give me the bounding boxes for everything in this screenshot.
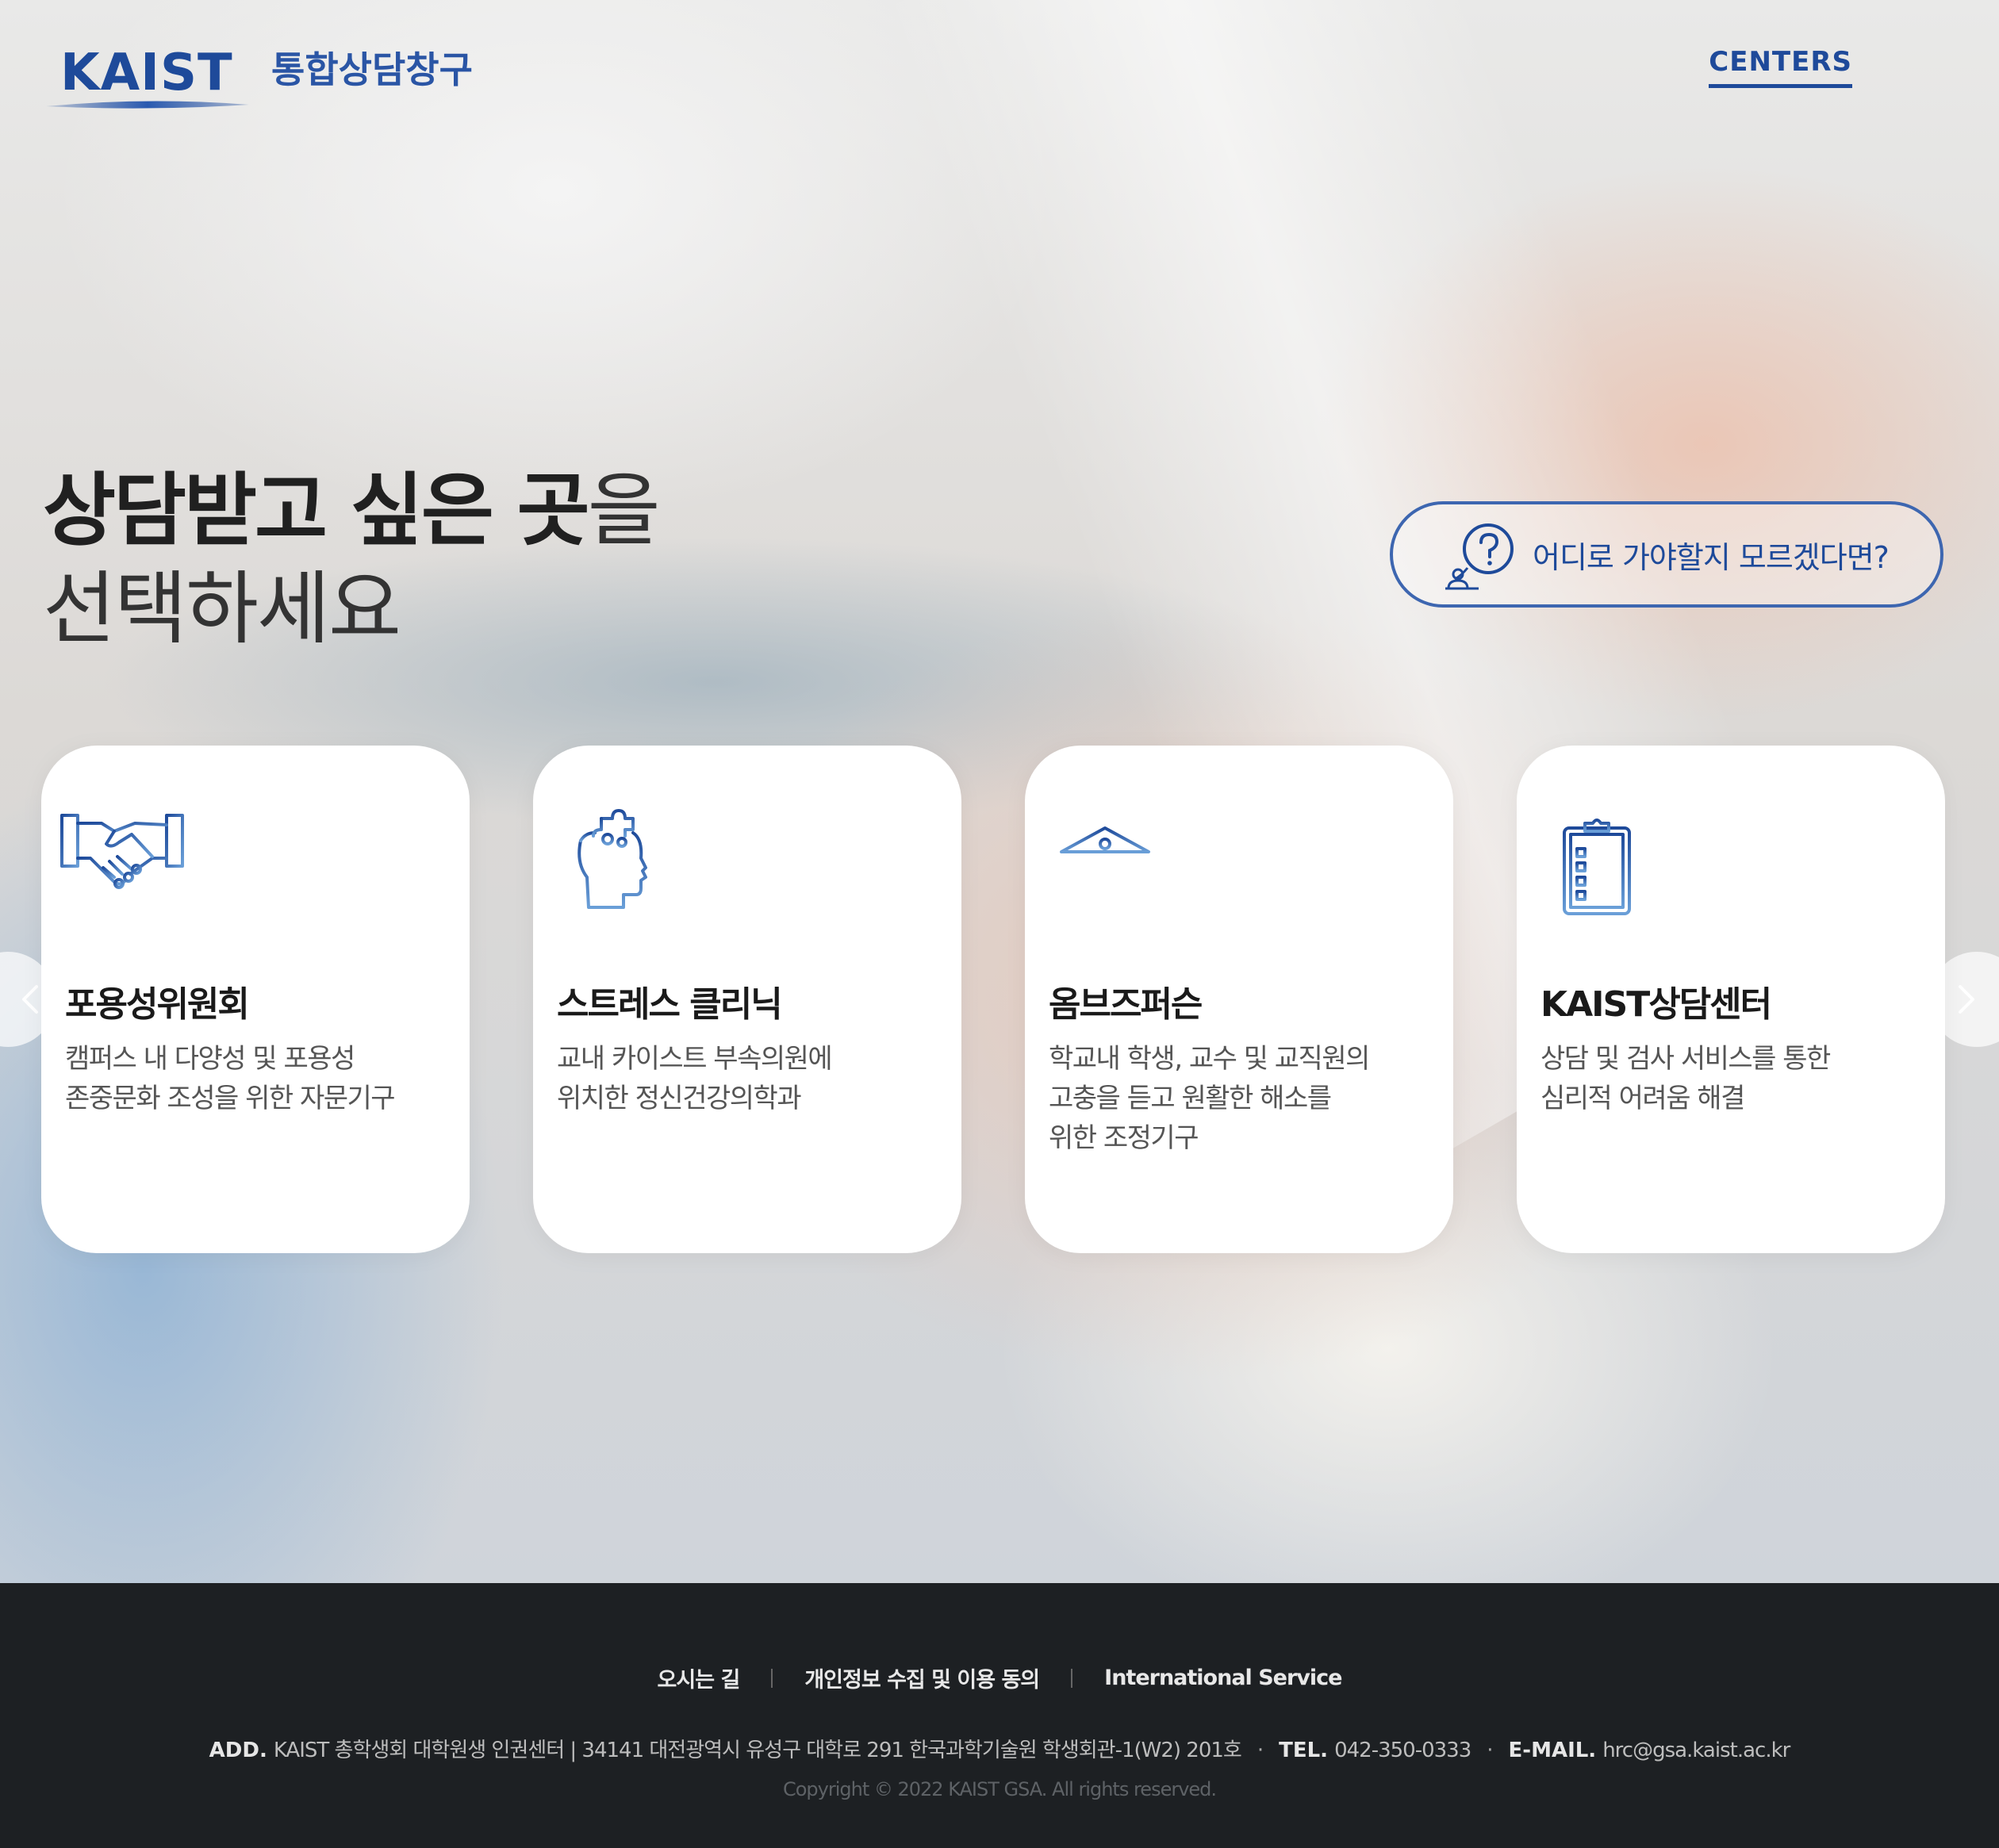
center-cards: 포용성위원회 캠퍼스 내 다양성 및 포용성 존중문화 조성을 위한 자문기구 … xyxy=(41,746,1945,1253)
headline-strong: 상담받고 싶은 곳 xyxy=(43,464,590,557)
info-separator: · xyxy=(1257,1739,1264,1762)
card-inclusion-committee[interactable]: 포용성위원회 캠퍼스 내 다양성 및 포용성 존중문화 조성을 위한 자문기구 xyxy=(41,746,470,1253)
card-kaist-counseling-center[interactable]: KAIST상담센터 상담 및 검사 서비스를 통한 심리적 어려움 해결 xyxy=(1517,746,1945,1253)
card-desc-line: 고충을 듣고 원활한 해소를 xyxy=(1049,1083,1332,1114)
help-button-label: 어디로 가야할지 모르겠다면? xyxy=(1533,539,1890,575)
info-separator: · xyxy=(1487,1739,1493,1762)
card-desc-line: 위한 조정기구 xyxy=(1049,1122,1199,1154)
card-desc-line: 학교내 학생, 교수 및 교직원의 xyxy=(1049,1043,1370,1075)
tel-text: 042-350-0333 xyxy=(1334,1739,1471,1762)
headline-line1: 상담받고 싶은 곳을 xyxy=(43,460,661,562)
kaist-logo[interactable]: KAIST xyxy=(44,43,251,114)
footer: 오시는 길 개인정보 수집 및 이용 동의 International Serv… xyxy=(0,1583,1999,1848)
service-name: 통합상담창구 xyxy=(271,48,473,91)
hero-section: KAIST 통합상담창구 CENTERS 상담받고 싶은 곳을 선택하세요 어디… xyxy=(0,0,1999,1583)
question-counselor-icon xyxy=(1445,523,1514,590)
card-description: 캠퍼스 내 다양성 및 포용성 존중문화 조성을 위한 자문기구 xyxy=(65,1039,462,1118)
footer-link-privacy[interactable]: 개인정보 수집 및 이용 동의 xyxy=(804,1662,1040,1693)
headline-line2: 선택하세요 xyxy=(43,562,401,655)
card-desc-line: 상담 및 검사 서비스를 통한 xyxy=(1540,1043,1831,1075)
card-title: 옴브즈퍼슨 xyxy=(1049,984,1203,1025)
card-description: 교내 카이스트 부속의원에 위치한 정신건강의학과 xyxy=(557,1039,953,1118)
card-description: 학교내 학생, 교수 및 교직원의 고충을 듣고 원활한 해소를 위한 조정기구 xyxy=(1049,1039,1445,1158)
card-desc-line: 위치한 정신건강의학과 xyxy=(557,1083,802,1114)
card-desc-line: 존중문화 조성을 위한 자문기구 xyxy=(65,1083,396,1114)
card-title: 포용성위원회 xyxy=(65,984,250,1025)
headline-particle: 을 xyxy=(587,464,661,557)
building-columns-icon xyxy=(1055,826,1155,907)
card-description: 상담 및 검사 서비스를 통한 심리적 어려움 해결 xyxy=(1540,1039,1937,1118)
centers-link[interactable]: CENTERS xyxy=(1709,46,1852,88)
card-title: 스트레스 클리닉 xyxy=(557,984,783,1025)
email-label: E-MAIL. xyxy=(1508,1739,1597,1762)
clipboard-checklist-icon xyxy=(1563,819,1631,915)
card-stress-clinic[interactable]: 스트레스 클리닉 교내 카이스트 부속의원에 위치한 정신건강의학과 xyxy=(533,746,961,1253)
footer-link-divider xyxy=(771,1668,773,1688)
page-headline: 상담받고 싶은 곳을 선택하세요 xyxy=(43,460,661,657)
card-desc-line: 교내 카이스트 부속의원에 xyxy=(557,1043,833,1075)
address-label: ADD. xyxy=(209,1739,267,1762)
tel-label: TEL. xyxy=(1279,1739,1329,1762)
logo-swoosh-icon xyxy=(46,101,249,109)
chevron-right-icon xyxy=(1959,985,1974,1014)
footer-link-directions[interactable]: 오시는 길 xyxy=(658,1662,741,1693)
footer-link-divider xyxy=(1071,1668,1073,1688)
footer-links: 오시는 길 개인정보 수집 및 이용 동의 International Serv… xyxy=(0,1662,1999,1693)
handshake-icon xyxy=(60,814,184,889)
copyright: Copyright © 2022 KAIST GSA. All rights r… xyxy=(782,1778,1217,1800)
footer-contact-info: ADD. KAIST 총학생회 대학원생 인권센터 | 34141 대전광역시 유… xyxy=(0,1734,1999,1763)
logo-text: KAIST xyxy=(60,44,233,102)
footer-link-international[interactable]: International Service xyxy=(1104,1666,1342,1690)
head-puzzle-icon xyxy=(577,809,647,909)
help-button[interactable]: 어디로 가야할지 모르겠다면? xyxy=(1390,501,1943,608)
email-text: hrc@gsa.kaist.ac.kr xyxy=(1602,1739,1790,1762)
card-desc-line: 심리적 어려움 해결 xyxy=(1540,1083,1745,1114)
card-title: KAIST상담센터 xyxy=(1540,984,1772,1025)
address-text: KAIST 총학생회 대학원생 인권센터 | 34141 대전광역시 유성구 대… xyxy=(273,1739,1242,1762)
card-ombudsperson[interactable]: 옴브즈퍼슨 학교내 학생, 교수 및 교직원의 고충을 듣고 원활한 해소를 위… xyxy=(1025,746,1453,1253)
card-desc-line: 캠퍼스 내 다양성 및 포용성 xyxy=(65,1043,355,1075)
